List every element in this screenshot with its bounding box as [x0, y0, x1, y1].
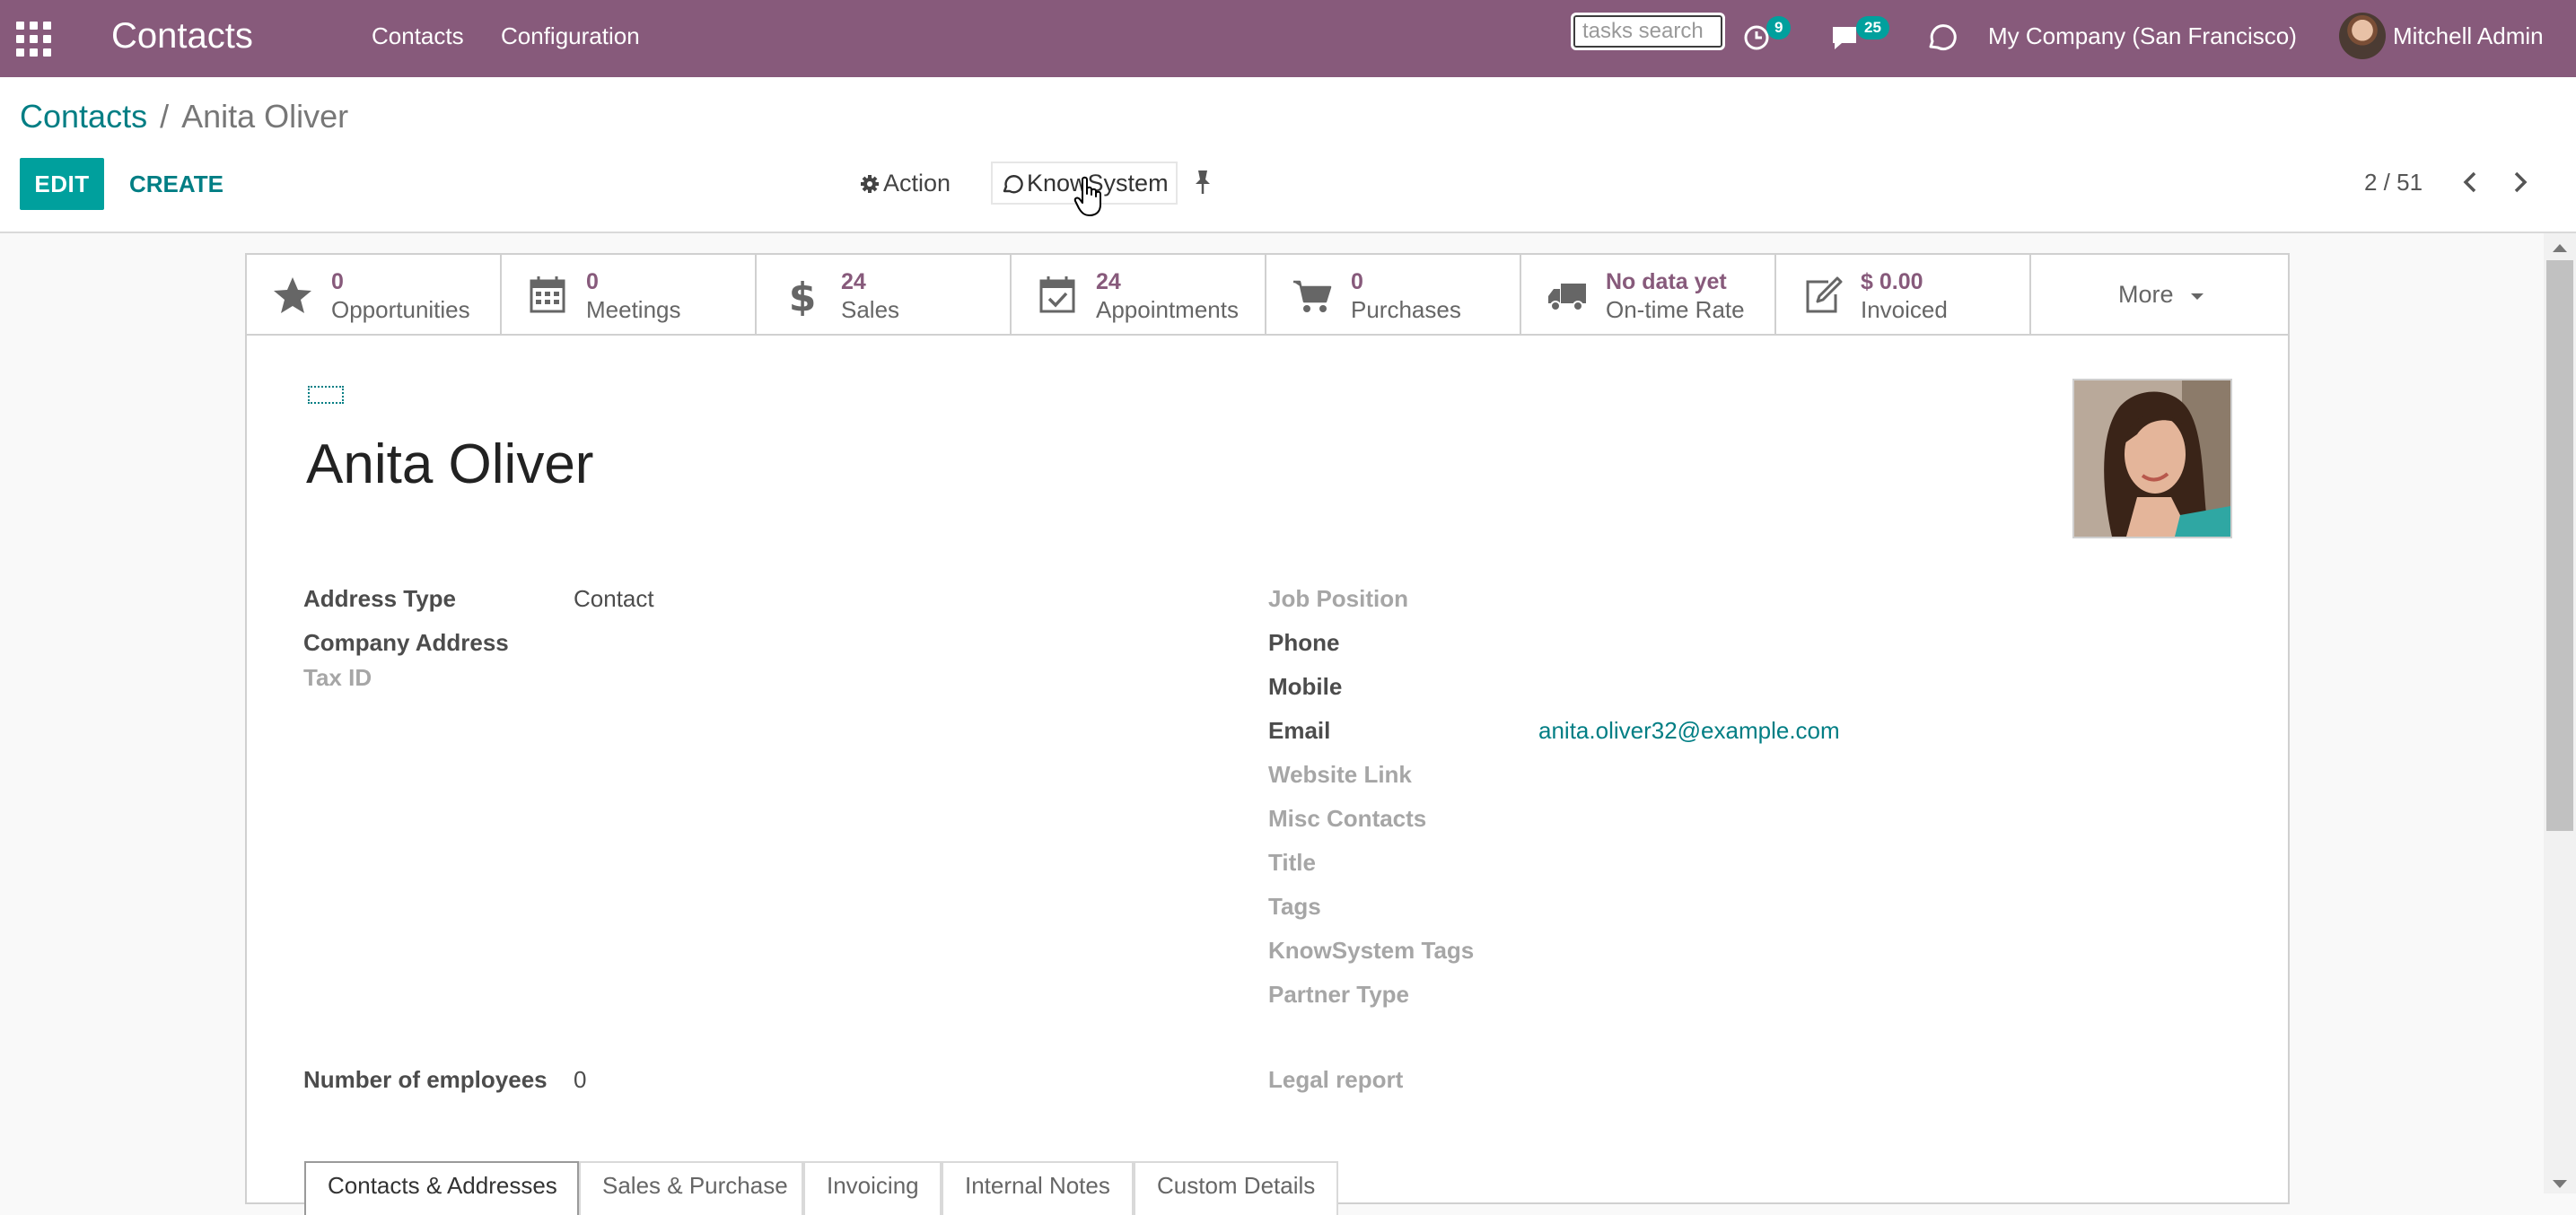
phone-label: Phone [1268, 629, 1340, 656]
truck-icon [1548, 284, 1586, 311]
on-time-rate-button[interactable]: No data yet On-time Rate [1521, 255, 1776, 334]
calendar-check-icon [1039, 276, 1075, 313]
more-buttons-dropdown[interactable]: More [2036, 255, 2288, 334]
contact-name: Anita Oliver [306, 433, 594, 495]
pin-icon[interactable] [1192, 169, 1214, 196]
apps-grid-icon[interactable] [16, 22, 52, 57]
purchases-button[interactable]: 0 Purchases [1266, 255, 1521, 334]
knowsystem-button[interactable]: KnowSystem [991, 162, 1178, 205]
user-menu[interactable]: Mitchell Admin [2393, 22, 2544, 50]
company-address-label: Company Address [303, 629, 509, 656]
title-label: Title [1268, 849, 1316, 876]
meetings-count: 0 [586, 269, 599, 294]
ribbon-placeholder [308, 386, 344, 404]
app-title[interactable]: Contacts [111, 13, 253, 59]
invoiced-button[interactable]: $ 0.00 Invoiced [1776, 255, 2031, 334]
invoiced-label: Invoiced [1861, 296, 1948, 323]
meetings-button[interactable]: 0 Meetings [502, 255, 757, 334]
email-link[interactable]: anita.oliver32@example.com [1538, 717, 1840, 745]
tax-id-label: Tax ID [303, 664, 372, 691]
tab-internal-notes[interactable]: Internal Notes [942, 1161, 1134, 1215]
sales-label: Sales [841, 296, 900, 323]
action-label: Action [883, 170, 951, 197]
on-time-rate-value: No data yet [1606, 269, 1727, 294]
activity-count-badge: 9 [1766, 16, 1792, 39]
mobile-label: Mobile [1268, 673, 1343, 700]
tab-sales-purchase[interactable]: Sales & Purchase [579, 1161, 803, 1215]
tasks-search-input[interactable] [1573, 15, 1722, 48]
pager-previous-icon[interactable] [2458, 167, 2484, 197]
employees-label: Number of employees [303, 1066, 548, 1093]
pager-next-icon[interactable] [2506, 167, 2533, 197]
invoiced-amount: $ 0.00 [1861, 269, 1923, 294]
opportunities-button[interactable]: 0 Opportunities [247, 255, 502, 334]
breadcrumb-current: Anita Oliver [181, 98, 349, 135]
appointments-button[interactable]: 24 Appointments [1012, 255, 1266, 334]
tags-label: Tags [1268, 893, 1321, 920]
contact-photo[interactable] [2072, 379, 2232, 538]
tasks-search-box[interactable] [1571, 13, 1725, 50]
action-menu[interactable]: Action [860, 170, 951, 197]
knowsystem-tags-label: KnowSystem Tags [1268, 937, 1475, 964]
edit-icon [1806, 276, 1843, 313]
partner-type-label: Partner Type [1268, 981, 1410, 1008]
dollar-icon: $ [789, 275, 817, 316]
knowsystem-label: KnowSystem [1027, 170, 1169, 197]
tab-contacts-addresses[interactable]: Contacts & Addresses [304, 1161, 579, 1215]
sales-count: 24 [841, 269, 866, 294]
purchases-label: Purchases [1351, 296, 1461, 323]
breadcrumb: Contacts / Anita Oliver [20, 97, 348, 136]
scroll-up-arrow-icon[interactable] [2549, 239, 2571, 257]
control-panel: Contacts / Anita Oliver EDIT CREATE Action… [0, 77, 2576, 233]
pager-counter[interactable]: 2 / 51 [2364, 169, 2423, 197]
purchases-count: 0 [1351, 269, 1363, 294]
menu-configuration[interactable]: Configuration [501, 22, 640, 50]
address-type-value: Contact [574, 585, 654, 612]
cart-icon [1293, 280, 1332, 312]
address-type-label: Address Type [303, 585, 457, 612]
job-position-label: Job Position [1268, 585, 1408, 612]
edit-button[interactable]: EDIT [20, 158, 104, 210]
user-avatar[interactable] [2339, 13, 2386, 59]
appointments-label: Appointments [1096, 296, 1239, 323]
website-label: Website Link [1268, 761, 1412, 788]
employees-value: 0 [574, 1066, 587, 1093]
tab-invoicing[interactable]: Invoicing [803, 1161, 942, 1215]
more-label: More [2117, 281, 2174, 308]
company-switcher[interactable]: My Company (San Francisco) [1988, 22, 2297, 50]
appointments-count: 24 [1096, 269, 1121, 294]
email-label: Email [1268, 717, 1331, 744]
on-time-rate-label: On-time Rate [1606, 296, 1745, 323]
contact-portrait-image [2074, 380, 2230, 537]
opportunities-label: Opportunities [331, 296, 470, 323]
tab-custom-details[interactable]: Custom Details [1134, 1161, 1338, 1215]
opportunities-count: 0 [331, 269, 344, 294]
menu-contacts[interactable]: Contacts [372, 22, 464, 50]
caret-down-icon [2191, 293, 2204, 300]
knowsystem-icon[interactable] [1923, 20, 1957, 54]
knowsystem-icon [1003, 175, 1023, 194]
sales-button[interactable]: $ 24 Sales [757, 255, 1012, 334]
gear-icon [861, 175, 879, 193]
breadcrumb-contacts-link[interactable]: Contacts [20, 98, 147, 135]
scroll-down-arrow-icon[interactable] [2549, 1176, 2571, 1193]
breadcrumb-separator: / [160, 98, 170, 135]
scrollbar-thumb[interactable] [2546, 260, 2573, 831]
meetings-label: Meetings [586, 296, 681, 323]
smart-button-box: 0 Opportunities 0 Meetings $ 24 Sales 24… [247, 255, 2288, 336]
form-sheet: 0 Opportunities 0 Meetings $ 24 Sales 24… [245, 253, 2290, 1215]
svg-text:$: $ [789, 275, 817, 316]
create-button[interactable]: CREATE [117, 158, 236, 210]
misc-contacts-label: Misc Contacts [1268, 805, 1427, 832]
top-navbar: Contacts Contacts Configuration 9 25 My … [0, 0, 2576, 77]
messages-count-badge: 25 [1856, 16, 1889, 39]
star-icon [274, 277, 311, 313]
legal-report-label: Legal report [1268, 1066, 1404, 1093]
calendar-icon [530, 276, 565, 313]
